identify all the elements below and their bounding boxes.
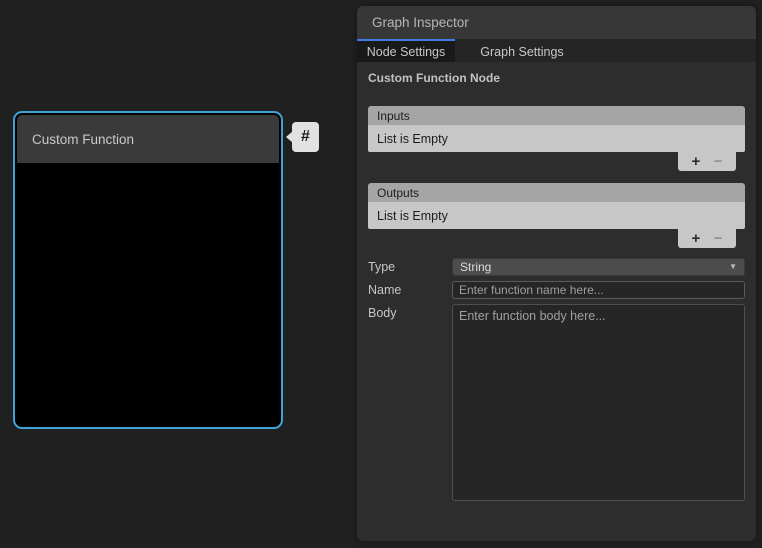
name-field-row: Name <box>368 281 745 299</box>
node-frame: Custom Function <box>17 115 279 425</box>
hash-icon: # <box>301 128 310 146</box>
section-heading: Custom Function Node <box>368 71 745 85</box>
chevron-down-icon: ▼ <box>729 263 737 271</box>
outputs-empty-label: List is Empty <box>377 209 448 223</box>
outputs-list: Outputs List is Empty + − <box>368 183 745 249</box>
function-fields: Type String ▼ Name Body <box>368 258 745 501</box>
outputs-add-button[interactable]: + <box>691 231 700 246</box>
custom-function-node[interactable]: Custom Function <box>13 111 283 429</box>
body-textarea[interactable] <box>452 304 745 501</box>
graph-inspector-panel: Graph Inspector Node Settings Graph Sett… <box>357 6 756 541</box>
name-input[interactable] <box>452 281 745 299</box>
inputs-remove-button[interactable]: − <box>714 154 723 169</box>
inspector-content: Custom Function Node Inputs List is Empt… <box>357 62 756 501</box>
inputs-list-footer: + − <box>368 152 745 172</box>
type-dropdown[interactable]: String ▼ <box>452 258 745 276</box>
node-title: Custom Function <box>32 132 134 147</box>
outputs-list-header-label: Outputs <box>377 186 419 200</box>
inputs-list-header: Inputs <box>368 106 745 125</box>
inputs-footer-box: + − <box>678 152 736 171</box>
outputs-list-footer: + − <box>368 229 745 249</box>
inputs-empty-row: List is Empty <box>368 125 745 152</box>
inputs-add-button[interactable]: + <box>691 154 700 169</box>
node-body <box>17 164 279 425</box>
tab-node-settings[interactable]: Node Settings <box>357 39 455 62</box>
body-field-row: Body <box>368 304 745 501</box>
outputs-list-header: Outputs <box>368 183 745 202</box>
body-label: Body <box>368 304 452 320</box>
hash-badge[interactable]: # <box>292 122 319 152</box>
outputs-footer-box: + − <box>678 229 736 248</box>
panel-title: Graph Inspector <box>372 15 469 30</box>
tab-graph-settings[interactable]: Graph Settings <box>455 39 589 62</box>
outputs-remove-button[interactable]: − <box>714 231 723 246</box>
panel-title-bar[interactable]: Graph Inspector <box>357 6 756 39</box>
tab-graph-settings-label: Graph Settings <box>480 45 563 59</box>
inputs-empty-label: List is Empty <box>377 132 448 146</box>
type-label: Type <box>368 258 452 274</box>
type-dropdown-value: String <box>460 260 491 274</box>
inputs-list-header-label: Inputs <box>377 109 410 123</box>
inputs-list: Inputs List is Empty + − <box>368 106 745 172</box>
type-field-row: Type String ▼ <box>368 258 745 276</box>
outputs-empty-row: List is Empty <box>368 202 745 229</box>
node-header[interactable]: Custom Function <box>17 115 279 164</box>
tab-node-settings-label: Node Settings <box>367 45 446 59</box>
tab-strip: Node Settings Graph Settings <box>357 39 756 62</box>
name-label: Name <box>368 281 452 297</box>
